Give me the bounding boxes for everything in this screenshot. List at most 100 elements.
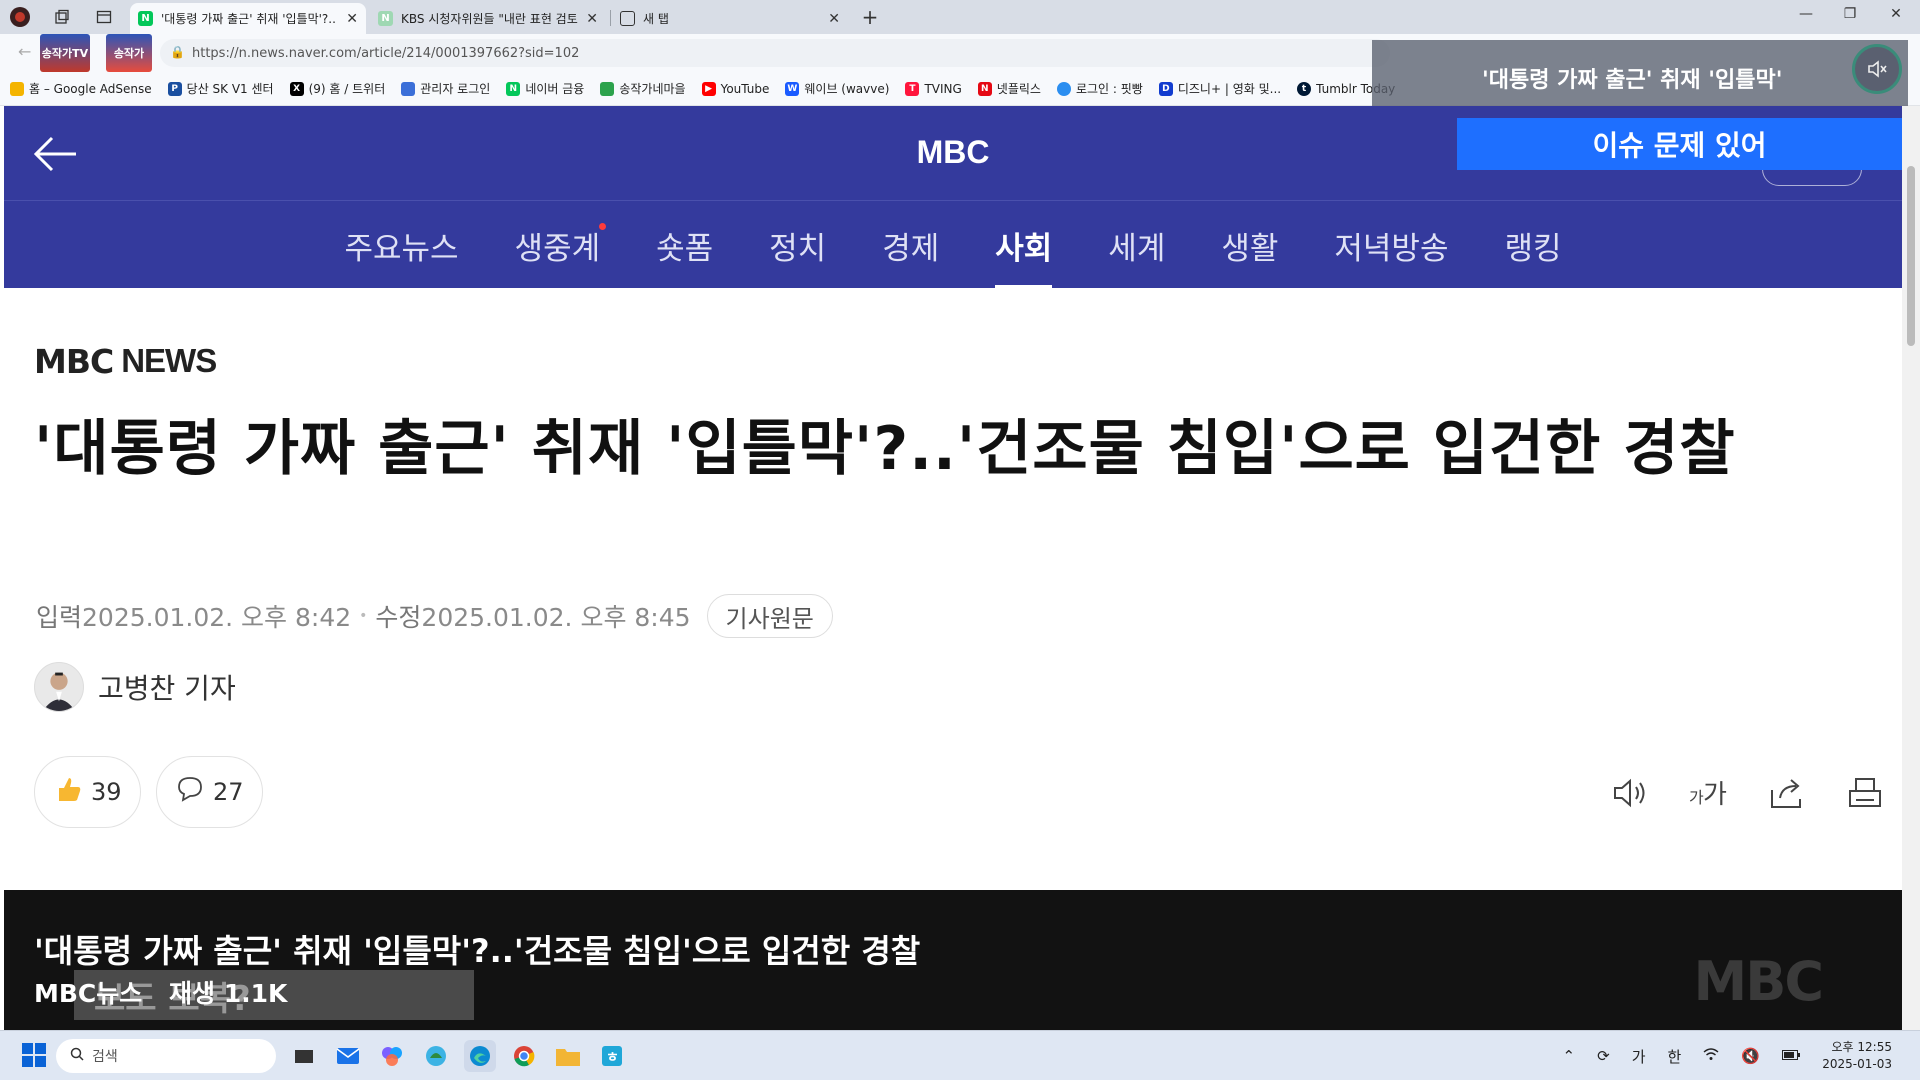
- close-tab-icon[interactable]: ✕: [586, 11, 598, 27]
- category-live[interactable]: 생중계: [487, 201, 629, 289]
- category-label: 숏폼: [656, 230, 714, 267]
- bookmark-tving[interactable]: T TVING: [905, 81, 962, 96]
- ime-mode-1[interactable]: 가: [1632, 1046, 1646, 1067]
- ime-mode-2[interactable]: 한: [1668, 1046, 1682, 1067]
- tab-new[interactable]: 새 탭 ✕: [612, 3, 848, 34]
- url-input[interactable]: 🔒 https://n.news.naver.com/article/214/0…: [160, 39, 1390, 67]
- bookmark-sk-center[interactable]: P 당산 SK V1 센터: [167, 80, 274, 97]
- category-label: 경제: [882, 230, 940, 267]
- press-logo[interactable]: MBC NEWS: [34, 341, 217, 381]
- bookmark-label: 송작가네마을: [619, 82, 686, 96]
- close-tab-icon[interactable]: ✕: [828, 11, 840, 27]
- print-icon[interactable]: [1842, 770, 1888, 816]
- workspaces-icon[interactable]: [50, 5, 74, 29]
- tab-kbs-article[interactable]: N KBS 시청자위원들 "내란 표현 검토 ✕: [370, 3, 606, 34]
- chrome-icon[interactable]: [508, 1040, 540, 1072]
- like-button[interactable]: 39: [34, 756, 141, 828]
- bookmark-disney[interactable]: D 디즈니+ | 영화 및...: [1158, 80, 1281, 97]
- bookmark-adsense[interactable]: 홈 – Google AdSense: [10, 80, 152, 97]
- mute-icon[interactable]: [1852, 44, 1902, 94]
- category-politics[interactable]: 정치: [741, 201, 854, 289]
- category-life[interactable]: 생활: [1193, 201, 1306, 289]
- battery-icon[interactable]: [1782, 1047, 1800, 1065]
- wifi-icon[interactable]: [1703, 1047, 1719, 1065]
- netflix-icon: N: [977, 81, 992, 96]
- font-size-icon[interactable]: 가가: [1686, 770, 1732, 816]
- category-evening[interactable]: 저녁방송: [1306, 201, 1476, 289]
- video-plays: 재생 1.1K: [169, 979, 288, 1008]
- reporter-byline[interactable]: 고병찬 기자: [34, 662, 236, 712]
- bookmark-label: 로그인 : 핏빵: [1075, 82, 1143, 96]
- taskbar-clock[interactable]: 오후 12:55 2025-01-03: [1822, 1039, 1892, 1073]
- close-window-icon[interactable]: ✕: [1880, 6, 1912, 22]
- logo-mbc: MBC: [34, 341, 114, 381]
- channel-thumbnail: 송작가TV: [40, 34, 90, 72]
- windows-start-icon[interactable]: [22, 1043, 46, 1067]
- category-label: 생활: [1221, 230, 1279, 267]
- tab-actions-icon[interactable]: [92, 5, 116, 29]
- category-economy[interactable]: 경제: [854, 201, 967, 289]
- bookmark-label: 네이버 금융: [525, 82, 585, 96]
- issue-banner-button[interactable]: 이슈 문제 있어: [1457, 118, 1902, 170]
- thumbs-up-icon: [53, 774, 83, 810]
- edit-date: 2025.01.02. 오후 8:45: [421, 603, 691, 632]
- bookmark-songjakga[interactable]: 송작가네마을: [600, 80, 686, 97]
- volume-muted-icon[interactable]: 🔇: [1741, 1047, 1760, 1065]
- restore-icon[interactable]: ❐: [1834, 6, 1866, 22]
- category-shortform[interactable]: 숏폼: [628, 201, 741, 289]
- category-label: 사회: [995, 230, 1053, 267]
- bookmark-admin-login[interactable]: 관리자 로그인: [401, 80, 490, 97]
- sync-icon[interactable]: ⟳: [1597, 1047, 1610, 1065]
- share-icon[interactable]: [1764, 770, 1810, 816]
- mail-icon[interactable]: [332, 1040, 364, 1072]
- input-label: 입력: [36, 603, 83, 632]
- video-pip-overlay[interactable]: '대통령 가짜 출근' 취재 '입틀막': [1372, 40, 1908, 108]
- copilot-icon[interactable]: [376, 1040, 408, 1072]
- taskbar-search[interactable]: 검색: [56, 1039, 276, 1073]
- back-nav-icon[interactable]: ←: [18, 42, 31, 61]
- original-article-button[interactable]: 기사원문: [706, 594, 833, 638]
- file-explorer-icon[interactable]: [552, 1040, 584, 1072]
- read-aloud-icon[interactable]: [1608, 770, 1654, 816]
- article-meta: 입력 2025.01.02. 오후 8:42 • 수정 2025.01.02. …: [36, 594, 833, 638]
- lock-icon: 🔒: [170, 45, 185, 59]
- comment-button[interactable]: 27: [156, 756, 263, 828]
- close-tab-icon[interactable]: ✕: [346, 11, 358, 27]
- bookmark-label: TVING: [924, 81, 962, 96]
- youtube-icon: ▶: [701, 81, 716, 96]
- video-subtitle: MBC뉴스 재생 1.1K: [34, 974, 287, 1010]
- new-tab-button[interactable]: +: [858, 5, 882, 29]
- bookmark-netflix[interactable]: N 넷플릭스: [977, 80, 1041, 97]
- video-watermark: MBC: [1693, 950, 1824, 1013]
- reporter-avatar: [34, 662, 84, 712]
- category-top-news[interactable]: 주요뉴스: [316, 201, 486, 289]
- edge-browser-icon[interactable]: [464, 1040, 496, 1072]
- svg-text:가: 가: [1703, 780, 1727, 809]
- channel-thumbnail: 송작가: [106, 34, 152, 72]
- chevron-up-icon[interactable]: ⌃: [1563, 1047, 1576, 1065]
- tab-divider: [610, 10, 611, 26]
- scrollbar-thumb[interactable]: [1907, 166, 1915, 346]
- bookmark-twitter[interactable]: X (9) 홈 / 트위터: [289, 80, 385, 97]
- bookmark-login[interactable]: 로그인 : 핏빵: [1056, 80, 1143, 97]
- widgets-icon[interactable]: [420, 1040, 452, 1072]
- task-view-icon[interactable]: [288, 1040, 320, 1072]
- hangul-ime-app-icon[interactable]: ㅎ: [596, 1040, 628, 1072]
- page-scrollbar[interactable]: [1902, 106, 1920, 1030]
- minimize-icon[interactable]: —: [1790, 6, 1822, 22]
- bookmark-naver-finance[interactable]: N 네이버 금융: [506, 80, 584, 97]
- video-player[interactable]: 보도 보복? MBC '대통령 가짜 출근' 취재 '입틀막'?..'건조물 침…: [4, 890, 1902, 1030]
- bookmark-label: YouTube: [720, 81, 770, 96]
- svg-text:가: 가: [1689, 788, 1704, 807]
- category-ranking[interactable]: 랭킹: [1476, 201, 1589, 289]
- category-world[interactable]: 세계: [1080, 201, 1193, 289]
- bookmark-wavve[interactable]: W 웨이브 (wavve): [785, 80, 889, 97]
- category-society[interactable]: 사회: [967, 201, 1080, 289]
- adsense-icon: [10, 81, 24, 96]
- naver-icon: N: [506, 81, 521, 96]
- bookmark-youtube[interactable]: ▶ YouTube: [701, 81, 770, 96]
- p-icon: P: [167, 81, 182, 96]
- logo-news: NEWS: [121, 342, 217, 379]
- profile-icon[interactable]: [8, 5, 32, 29]
- tab-active-article[interactable]: N '대통령 가짜 출근' 취재 '입틀막'?.. ✕: [130, 3, 366, 34]
